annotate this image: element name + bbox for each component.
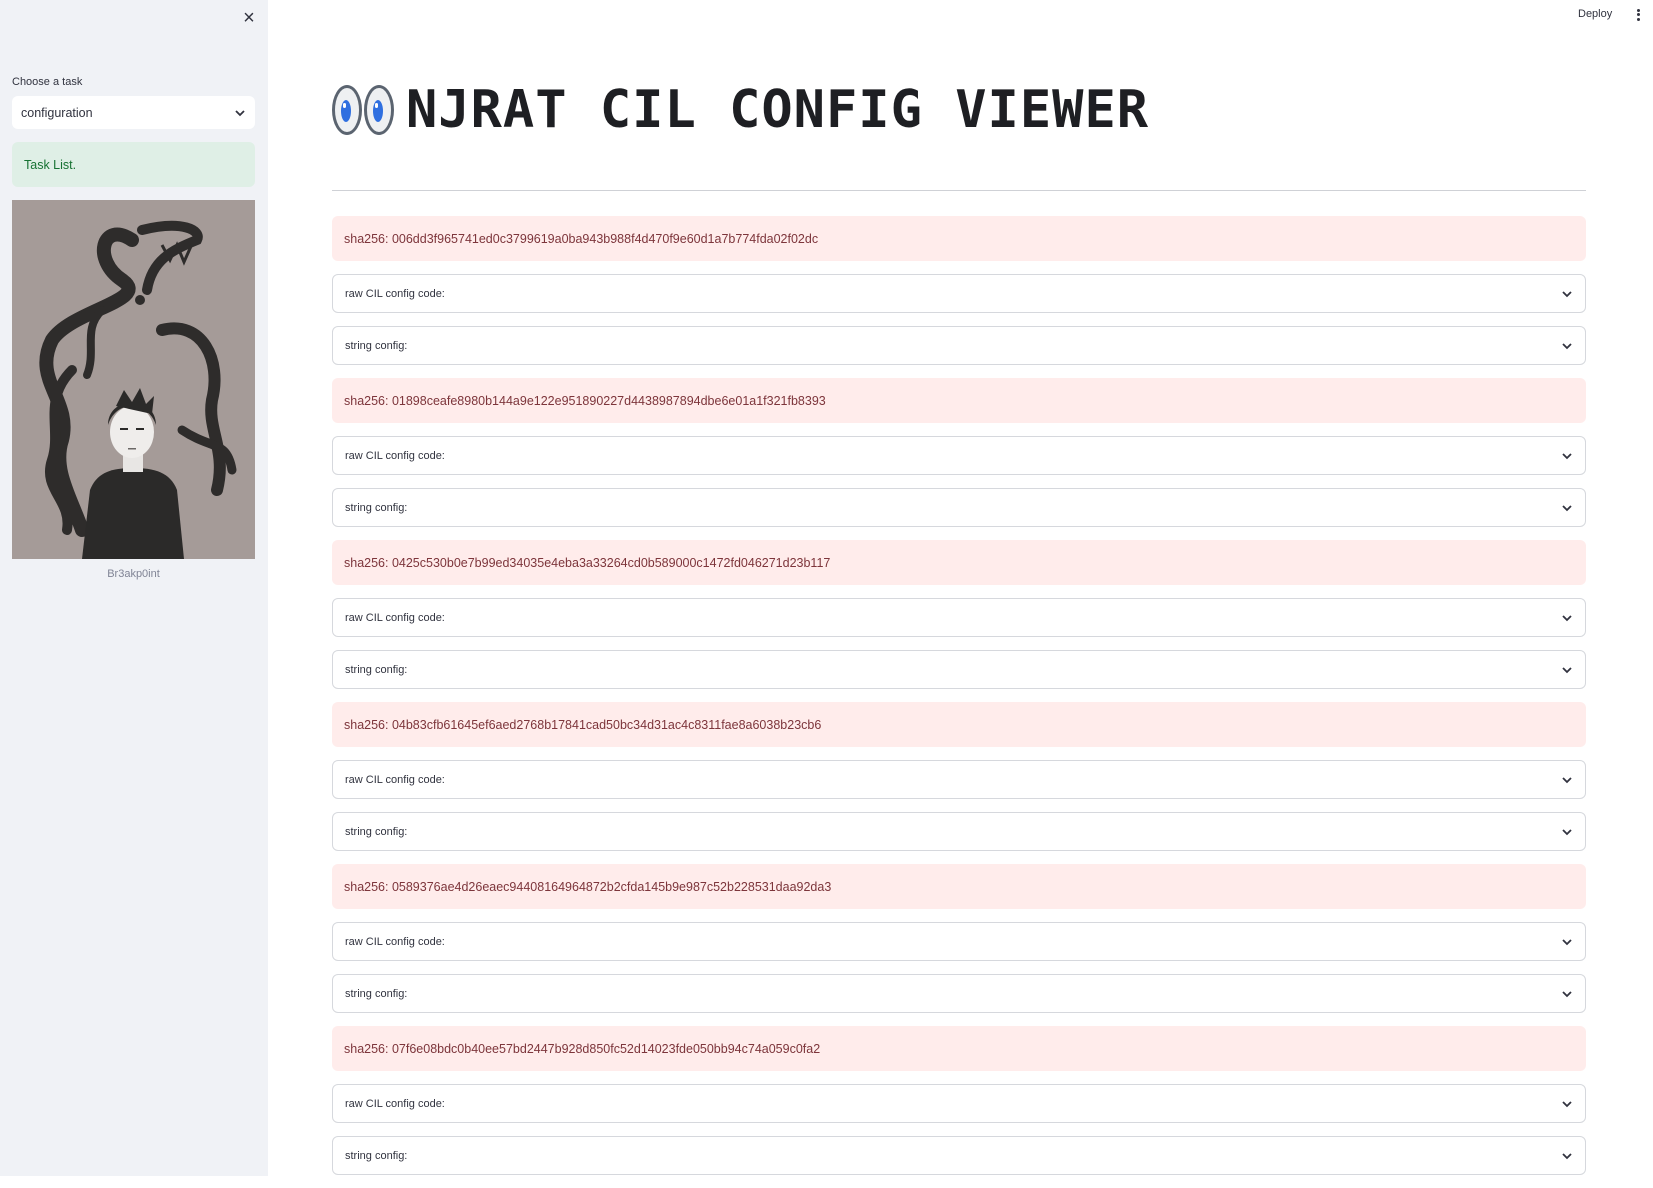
sha256-text: sha256: 07f6e08bdc0b40ee57bd2447b928d850…	[344, 1041, 821, 1056]
title-divider	[332, 190, 1586, 191]
sha256-alert: sha256: 07f6e08bdc0b40ee57bd2447b928d850…	[332, 1026, 1586, 1071]
chevron-down-icon	[1562, 828, 1572, 835]
task-select-label: Choose a task	[12, 76, 83, 88]
task-list-info-text: Task List.	[24, 157, 77, 172]
expander-label: raw CIL config code:	[345, 1097, 445, 1110]
chevron-down-icon	[235, 109, 245, 116]
chevron-down-icon	[1562, 342, 1572, 349]
expander-label: string config:	[345, 987, 408, 1000]
raw-cil-config-expander[interactable]: raw CIL config code:	[332, 1084, 1586, 1123]
expander-label: raw CIL config code:	[345, 935, 445, 948]
expander-label: raw CIL config code:	[345, 287, 445, 300]
raw-cil-config-expander[interactable]: raw CIL config code:	[332, 274, 1586, 313]
chevron-down-icon	[1562, 452, 1572, 459]
string-config-expander[interactable]: string config:	[332, 974, 1586, 1013]
page-title: NJRAT CIL CONFIG VIEWER	[406, 80, 1150, 140]
sha256-alert: sha256: 01898ceafe8980b144a9e122e9518902…	[332, 378, 1586, 423]
string-config-expander[interactable]: string config:	[332, 1136, 1586, 1175]
chevron-down-icon	[1562, 290, 1572, 297]
sample-list: sha256: 006dd3f965741ed0c3799619a0ba943b…	[332, 216, 1586, 1188]
avatar-caption: Br3akp0int	[107, 568, 160, 580]
more-menu-icon[interactable]	[1633, 7, 1643, 23]
expander-label: string config:	[345, 663, 408, 676]
expander-label: raw CIL config code:	[345, 611, 445, 624]
avatar-illustration	[12, 200, 255, 559]
chevron-down-icon	[1562, 666, 1572, 673]
chevron-down-icon	[1562, 776, 1572, 783]
eyes-icon	[332, 85, 394, 135]
raw-cil-config-expander[interactable]: raw CIL config code:	[332, 436, 1586, 475]
chevron-down-icon	[1562, 990, 1572, 997]
sha256-alert: sha256: 0589376ae4d26eaec94408164964872b…	[332, 864, 1586, 909]
avatar-image	[12, 200, 255, 559]
sha256-alert: sha256: 04b83cfb61645ef6aed2768b17841cad…	[332, 702, 1586, 747]
sha256-alert: sha256: 006dd3f965741ed0c3799619a0ba943b…	[332, 216, 1586, 261]
page-header: NJRAT CIL CONFIG VIEWER	[332, 74, 1149, 146]
expander-label: string config:	[345, 501, 408, 514]
chevron-down-icon	[1562, 938, 1572, 945]
chevron-down-icon	[1562, 1152, 1572, 1159]
expander-label: string config:	[345, 825, 408, 838]
string-config-expander[interactable]: string config:	[332, 488, 1586, 527]
raw-cil-config-expander[interactable]: raw CIL config code:	[332, 760, 1586, 799]
raw-cil-config-expander[interactable]: raw CIL config code:	[332, 598, 1586, 637]
close-sidebar-icon[interactable]: ×	[240, 8, 258, 28]
raw-cil-config-expander[interactable]: raw CIL config code:	[332, 922, 1586, 961]
string-config-expander[interactable]: string config:	[332, 650, 1586, 689]
sidebar: × Choose a task configuration Task List.	[0, 0, 268, 1176]
expander-label: raw CIL config code:	[345, 449, 445, 462]
expander-label: raw CIL config code:	[345, 773, 445, 786]
task-list-info: Task List.	[12, 142, 255, 187]
chevron-down-icon	[1562, 504, 1572, 511]
chevron-down-icon	[1562, 1100, 1572, 1107]
task-select-value: configuration	[21, 105, 93, 120]
sha256-text: sha256: 006dd3f965741ed0c3799619a0ba943b…	[344, 231, 819, 246]
string-config-expander[interactable]: string config:	[332, 812, 1586, 851]
expander-label: string config:	[345, 339, 408, 352]
deploy-button[interactable]: Deploy	[1578, 8, 1612, 20]
sha256-text: sha256: 01898ceafe8980b144a9e122e9518902…	[344, 393, 826, 408]
sha256-text: sha256: 0589376ae4d26eaec94408164964872b…	[344, 879, 832, 894]
chevron-down-icon	[1562, 614, 1572, 621]
sha256-alert: sha256: 0425c530b0e7b99ed34035e4eba3a332…	[332, 540, 1586, 585]
sha256-text: sha256: 0425c530b0e7b99ed34035e4eba3a332…	[344, 555, 831, 570]
expander-label: string config:	[345, 1149, 408, 1162]
task-select[interactable]: configuration	[12, 96, 255, 129]
string-config-expander[interactable]: string config:	[332, 326, 1586, 365]
sha256-text: sha256: 04b83cfb61645ef6aed2768b17841cad…	[344, 717, 822, 732]
